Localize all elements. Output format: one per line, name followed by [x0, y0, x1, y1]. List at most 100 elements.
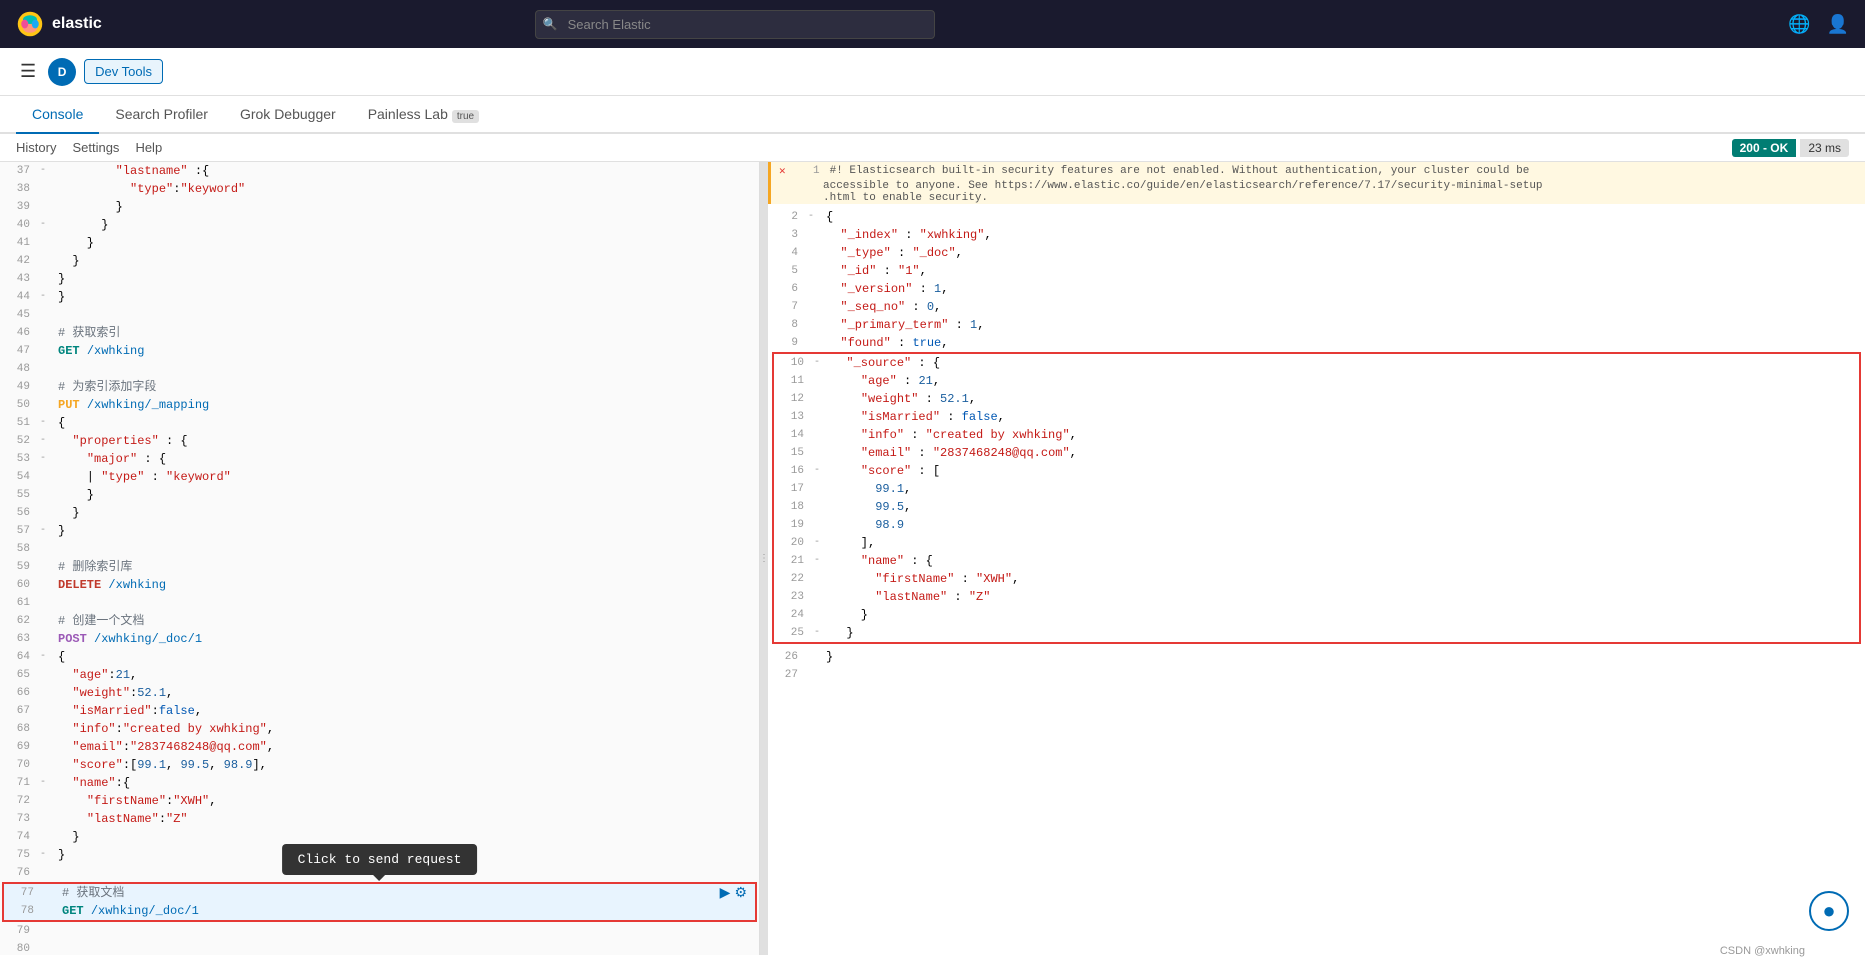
table-row: 66 "weight":52.1,	[0, 684, 759, 702]
table-row: 41 }	[0, 234, 759, 252]
table-row: 38 "type":"keyword"	[0, 180, 759, 198]
table-row: 61	[0, 594, 759, 612]
table-row: 65 "age":21,	[0, 666, 759, 684]
table-row: 40 - }	[0, 216, 759, 234]
warning-line3: .html to enable security.	[768, 192, 1865, 204]
warning-icon: ✕	[779, 164, 786, 178]
output-row: 5 "_id" : "1",	[768, 262, 1865, 280]
table-row: 79	[0, 922, 759, 940]
table-row: 60 DELETE /xwhking	[0, 576, 759, 594]
output-row: 23 "lastName" : "Z"	[774, 588, 1859, 606]
table-row: 45	[0, 306, 759, 324]
output-row: 21 - "name" : {	[774, 552, 1859, 570]
settings-inline-button[interactable]: ⚙	[734, 884, 747, 901]
table-row: 56 }	[0, 504, 759, 522]
left-editor[interactable]: 37 - "lastname" :{ 38 "type":"keyword" 3…	[0, 162, 760, 955]
table-row: 39 }	[0, 198, 759, 216]
table-row: 78 GET /xwhking/_doc/1	[4, 902, 755, 920]
output-row: 15 "email" : "2837468248@qq.com",	[774, 444, 1859, 462]
warning-line-num: 1	[790, 165, 820, 177]
tab-search-profiler[interactable]: Search Profiler	[99, 96, 224, 134]
output-row: 6 "_version" : 1,	[768, 280, 1865, 298]
right-panel: ✕ 1 #! Elasticsearch built-in security f…	[768, 162, 1865, 955]
table-row: 37 - "lastname" :{	[0, 162, 759, 180]
top-nav: elastic 🔍 🌐 👤	[0, 0, 1865, 48]
tab-bar: Console Search Profiler Grok Debugger Pa…	[0, 96, 1865, 134]
table-row: 69 "email":"2837468248@qq.com",	[0, 738, 759, 756]
table-row: 80	[0, 940, 759, 955]
user-avatar: D	[48, 58, 76, 86]
table-row: 67 "isMarried":false,	[0, 702, 759, 720]
table-row: 43 }	[0, 270, 759, 288]
table-row: 59 # 删除索引库	[0, 558, 759, 576]
table-row: 53 - "major" : {	[0, 450, 759, 468]
elastic-logo-text: elastic	[52, 15, 102, 33]
output-row: 24 }	[774, 606, 1859, 624]
output-row: 11 "age" : 21,	[774, 372, 1859, 390]
floating-help-button[interactable]: ●	[1809, 891, 1849, 931]
table-row: 68 "info":"created by xwhking",	[0, 720, 759, 738]
status-badge: 200 - OK 23 ms	[1732, 139, 1849, 157]
dev-tools-button[interactable]: Dev Tools	[84, 59, 163, 84]
output-row: 7 "_seq_no" : 0,	[768, 298, 1865, 316]
table-row: 57 - }	[0, 522, 759, 540]
table-row: 71 - "name":{	[0, 774, 759, 792]
output-row: 25 - }	[774, 624, 1859, 642]
table-row: 47 GET /xwhking	[0, 342, 759, 360]
search-bar-container: 🔍	[535, 10, 935, 39]
red-border-section: 10 - "_source" : { 11 "age" : 21, 12 "we…	[772, 352, 1861, 644]
sub-toolbar: History Settings Help 200 - OK 23 ms	[0, 134, 1865, 162]
output-row: 19 98.9	[774, 516, 1859, 534]
warning-text: #! Elasticsearch built-in security featu…	[830, 165, 1530, 177]
table-row: 50 PUT /xwhking/_mapping	[0, 396, 759, 414]
output-row: 26 }	[768, 648, 1865, 666]
output-row: 4 "_type" : "_doc",	[768, 244, 1865, 262]
history-link[interactable]: History	[16, 138, 56, 157]
output-row: 16 - "score" : [	[774, 462, 1859, 480]
warning-line2: accessible to anyone. See https://www.el…	[768, 180, 1865, 192]
output-row: 14 "info" : "created by xwhking",	[774, 426, 1859, 444]
table-row: 62 # 创建一个文档	[0, 612, 759, 630]
hamburger-button[interactable]: ☰	[16, 57, 40, 86]
tab-painless-lab[interactable]: Painless Labtrue	[352, 96, 495, 134]
tab-grok-debugger[interactable]: Grok Debugger	[224, 96, 352, 134]
table-row: 55 }	[0, 486, 759, 504]
user-circle-icon[interactable]: 👤	[1827, 14, 1849, 35]
table-row: 51 - {	[0, 414, 759, 432]
help-link[interactable]: Help	[135, 138, 162, 157]
output-row: 3 "_index" : "xwhking",	[768, 226, 1865, 244]
output-row: 17 99.1,	[774, 480, 1859, 498]
floating-btn-icon: ●	[1822, 898, 1835, 924]
output-row: 12 "weight" : 52.1,	[774, 390, 1859, 408]
table-row: 77 # 获取文档 ▶ ⚙	[4, 884, 755, 902]
table-row: 42 }	[0, 252, 759, 270]
table-row: 72 "firstName":"XWH",	[0, 792, 759, 810]
table-row: 49 # 为索引添加字段	[0, 378, 759, 396]
elastic-logo[interactable]: elastic	[16, 10, 102, 38]
panel-divider[interactable]: ⋮	[760, 162, 768, 955]
run-button[interactable]: ▶	[720, 884, 731, 901]
search-input[interactable]	[535, 10, 935, 39]
globe-icon[interactable]: 🌐	[1788, 14, 1810, 35]
table-row: 63 POST /xwhking/_doc/1	[0, 630, 759, 648]
table-row: 44 - }	[0, 288, 759, 306]
output-row: 2 - {	[768, 208, 1865, 226]
output-area[interactable]: ✕ 1 #! Elasticsearch built-in security f…	[768, 162, 1865, 955]
footer-text: CSDN @xwhking	[1720, 945, 1805, 957]
editor-container: 37 - "lastname" :{ 38 "type":"keyword" 3…	[0, 162, 1865, 955]
second-bar: ☰ D Dev Tools	[0, 48, 1865, 96]
output-row: 22 "firstName" : "XWH",	[774, 570, 1859, 588]
table-row: 54 | "type" : "keyword"	[0, 468, 759, 486]
table-row: 64 - {	[0, 648, 759, 666]
send-request-tooltip: Click to send request	[282, 844, 478, 875]
warning-bar: ✕ 1 #! Elasticsearch built-in security f…	[768, 162, 1865, 180]
tab-console[interactable]: Console	[16, 96, 99, 134]
settings-link[interactable]: Settings	[72, 138, 119, 157]
search-icon: 🔍	[543, 17, 558, 31]
elastic-logo-icon	[16, 10, 44, 38]
table-row: 48	[0, 360, 759, 378]
output-row: 27	[768, 666, 1865, 684]
table-row: 52 - "properties" : {	[0, 432, 759, 450]
output-row: 18 99.5,	[774, 498, 1859, 516]
table-row: 73 "lastName":"Z"	[0, 810, 759, 828]
